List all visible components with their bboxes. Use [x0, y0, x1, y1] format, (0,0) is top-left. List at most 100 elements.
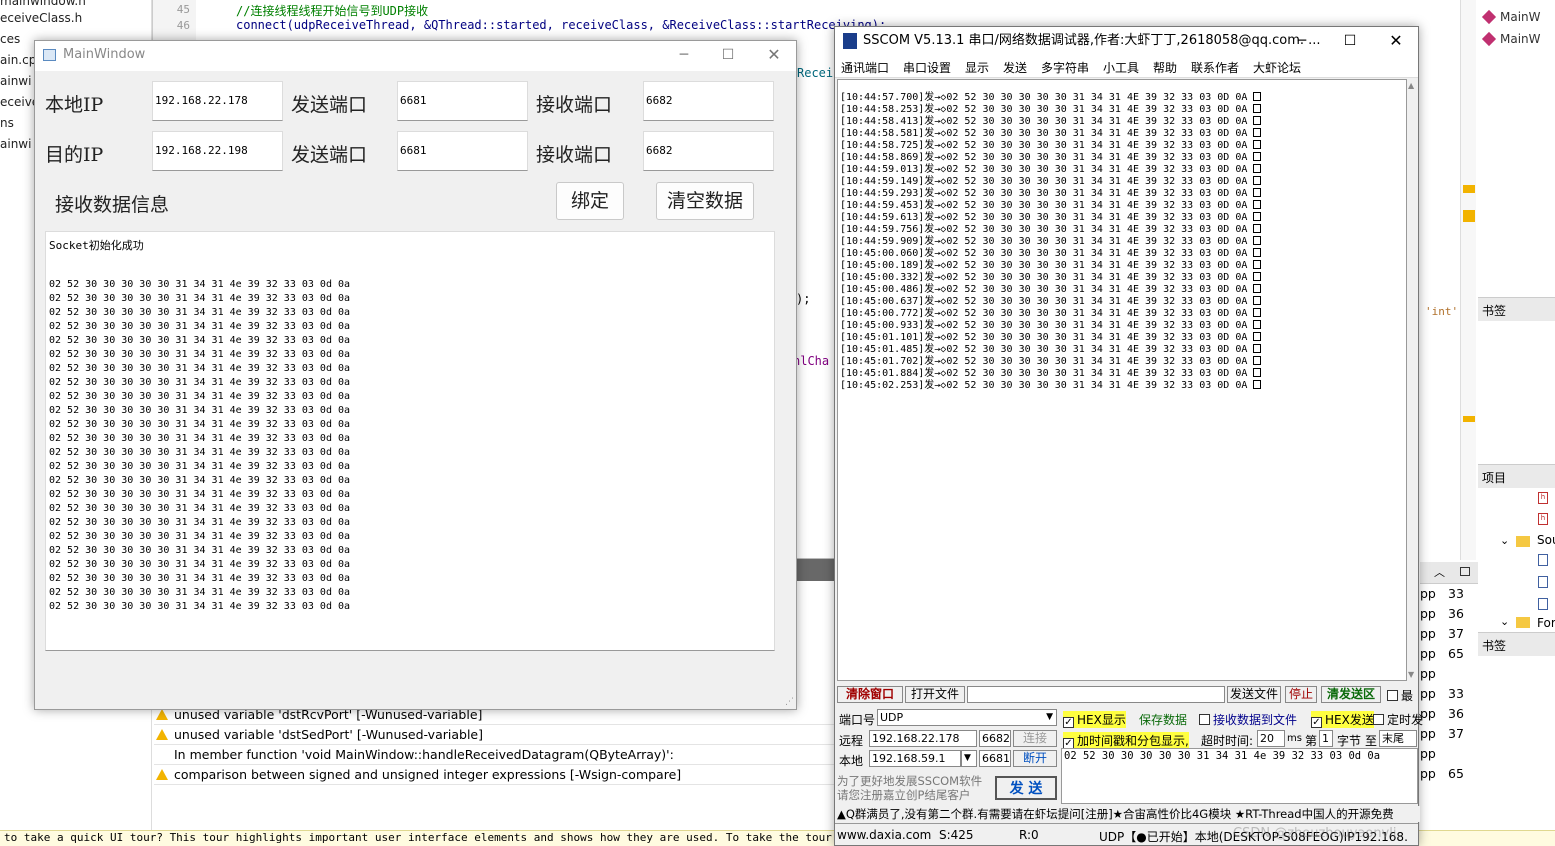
local-recv-port-input[interactable]: 6682: [643, 81, 774, 121]
unprintable-char-icon: [1253, 164, 1262, 173]
recv-to-file-checkbox[interactable]: 接收数据到文件: [1199, 711, 1297, 728]
scroll-up-icon[interactable]: ▲: [1408, 81, 1414, 90]
issue-row[interactable]: unused variable 'dstSedPort' [-Wunused-v…: [154, 725, 836, 745]
panel-bookmarks2-title[interactable]: 书签: [1478, 632, 1555, 656]
panel-project-title[interactable]: 项目: [1478, 464, 1555, 488]
clear-data-button[interactable]: 清空数据: [656, 182, 754, 220]
hex-send-checkbox[interactable]: ✓ HEX发送: [1311, 711, 1374, 728]
open-doc-item[interactable]: MainW: [1500, 10, 1541, 24]
file-item[interactable]: mainwindow.h: [0, 0, 86, 8]
maximize-button[interactable]: ☐: [705, 41, 751, 71]
menu-serial-settings[interactable]: 串口设置: [903, 59, 951, 76]
sscom-title: SSCOM V5.13.1 串口/网络数据调试器,作者:大虾丁丁,2618058…: [863, 33, 1321, 48]
received-data-line: 02 52 30 30 30 30 30 31 34 31 4e 39 32 3…: [49, 601, 351, 612]
receive-data-textarea[interactable]: Socket初始化成功 02 52 30 30 30 30 30 31 34 3…: [45, 231, 775, 651]
local-send-port-input[interactable]: 6681: [397, 81, 528, 121]
file-item[interactable]: ns: [0, 116, 14, 130]
menu-display[interactable]: 显示: [965, 59, 989, 76]
issue-row[interactable]: In member function 'void MainWindow::han…: [154, 745, 836, 765]
send-button[interactable]: 发 送: [995, 776, 1057, 800]
menu-multi-string[interactable]: 多字符串: [1041, 59, 1089, 76]
timed-send-checkbox[interactable]: 定时发: [1373, 711, 1423, 728]
send-textarea[interactable]: 02 52 30 30 30 30 30 31 34 31 4e 39 32 3…: [1061, 748, 1418, 804]
file-item[interactable]: ainwi: [0, 137, 31, 151]
dest-ip-label: 目的IP: [45, 144, 104, 166]
log-line: [10:44:57.700]发→◇02 52 30 30 30 30 30 31…: [840, 92, 1262, 104]
local-ip-select[interactable]: 192.168.59.1: [869, 750, 961, 767]
menu-contact-author[interactable]: 联系作者: [1191, 59, 1239, 76]
send-file-button[interactable]: 发送文件: [1227, 686, 1281, 703]
clear-window-button[interactable]: 清除窗口: [837, 686, 903, 703]
marquee-banner[interactable]: ▲Q群满员了,没有第二个群.有需要请在虾坛提问[注册]★合宙高性价比4G模块 ★…: [837, 806, 1420, 822]
remote-ip-input[interactable]: 192.168.22.178: [869, 730, 977, 747]
timestamp-checkbox[interactable]: ✓ 加时间戳和分包显示,: [1063, 732, 1189, 749]
menu-forum[interactable]: 大虾论坛: [1253, 59, 1301, 76]
tree-item[interactable]: Sou: [1537, 533, 1555, 547]
menu-comm-port[interactable]: 通讯端口: [841, 59, 889, 76]
remote-port-input[interactable]: 6682: [979, 730, 1011, 747]
file-item[interactable]: ain.cp: [0, 53, 36, 67]
issue-row[interactable]: comparison between signed and unsigned i…: [154, 765, 836, 785]
log-line: [10:44:59.293]发→◇02 52 30 30 30 30 30 31…: [840, 188, 1262, 200]
dropdown-arrow-icon[interactable]: ▼: [961, 750, 977, 767]
disconnect-button[interactable]: 断开: [1013, 750, 1057, 767]
scroll-down-icon[interactable]: ▼: [1408, 670, 1414, 679]
sscom-scrollbar[interactable]: ▲ ▼: [1407, 79, 1418, 681]
panel-bookmarks-title[interactable]: 书签: [1478, 297, 1555, 321]
minimize-button[interactable]: ─: [1279, 27, 1325, 57]
log-line: [10:44:59.149]发→◇02 52 30 30 30 30 30 31…: [840, 176, 1262, 188]
clear-send-area-button[interactable]: 清发送区: [1321, 686, 1381, 703]
maximize-button[interactable]: ☐: [1327, 27, 1373, 57]
hex-display-checkbox[interactable]: ✓ HEX显示: [1063, 711, 1126, 728]
promo-line-2[interactable]: 请您注册嘉立创P结尾客户: [837, 787, 970, 803]
save-data-button[interactable]: 保存数据: [1139, 711, 1187, 728]
collapse-icon[interactable]: ︿: [1434, 564, 1445, 580]
close-button[interactable]: ✕: [751, 41, 797, 71]
port-select[interactable]: UDP ▼: [877, 709, 1057, 726]
menu-tools[interactable]: 小工具: [1103, 59, 1139, 76]
collapse-arrow-icon[interactable]: ⌄: [1500, 615, 1509, 628]
tree-item[interactable]: For: [1537, 616, 1555, 630]
bind-button[interactable]: 绑定: [556, 182, 624, 220]
collapse-arrow-icon[interactable]: ⌄: [1500, 534, 1509, 547]
sscom-titlebar[interactable]: SSCOM V5.13.1 串口/网络数据调试器,作者:大虾丁丁,2618058…: [835, 27, 1418, 56]
file-item[interactable]: eceiveClass.h: [0, 11, 82, 25]
end-select[interactable]: 末尾: [1379, 730, 1417, 747]
timeout-input[interactable]: 20: [1257, 730, 1285, 747]
file-item[interactable]: ces: [0, 32, 20, 46]
unprintable-char-icon: [1253, 104, 1262, 113]
connect-button[interactable]: 连接: [1013, 730, 1057, 747]
menu-help[interactable]: 帮助: [1153, 59, 1177, 76]
received-data-line: 02 52 30 30 30 30 30 31 34 31 4e 39 32 3…: [49, 349, 351, 360]
dest-ip-input[interactable]: 192.168.22.198: [152, 131, 283, 171]
local-ip-label: 本地IP: [45, 94, 104, 116]
unprintable-char-icon: [1253, 116, 1262, 125]
minimize-button[interactable]: ─: [661, 41, 707, 71]
file-path-input[interactable]: [967, 686, 1225, 703]
log-line: [10:45:00.060]发→◇02 52 30 30 30 30 30 31…: [840, 248, 1262, 260]
log-line: [10:44:59.756]发→◇02 52 30 30 30 30 30 31…: [840, 224, 1262, 236]
file-item[interactable]: ainwi: [0, 74, 31, 88]
stop-button[interactable]: 停止: [1285, 686, 1317, 703]
received-data-line: 02 52 30 30 30 30 30 31 34 31 4e 39 32 3…: [49, 489, 351, 500]
header-file-icon: h: [1538, 513, 1548, 525]
form-icon: [1481, 31, 1497, 47]
open-file-button[interactable]: 打开文件: [905, 686, 965, 703]
close-button[interactable]: ✕: [1373, 27, 1419, 57]
maximize-icon[interactable]: [1460, 567, 1470, 576]
status-website[interactable]: www.daxia.com: [837, 828, 931, 842]
sscom-receive-area[interactable]: [10:44:57.700]发→◇02 52 30 30 30 30 30 31…: [837, 79, 1407, 681]
menu-send[interactable]: 发送: [1003, 59, 1027, 76]
max-checkbox[interactable]: 最: [1387, 687, 1413, 704]
nth-input[interactable]: 1: [1319, 730, 1333, 747]
local-ip-input[interactable]: 192.168.22.178: [152, 81, 283, 121]
code-fragment: 'int': [1425, 305, 1459, 318]
resize-grip-icon[interactable]: ⋰: [785, 697, 794, 707]
unprintable-char-icon: [1253, 272, 1262, 281]
local-port-input[interactable]: 6681: [979, 750, 1011, 767]
window-titlebar[interactable]: MainWindow ─ ☐ ✕: [35, 41, 796, 71]
dest-recv-port-input[interactable]: 6682: [643, 131, 774, 171]
open-doc-item[interactable]: MainW: [1500, 32, 1541, 46]
code-fragment: Recei: [797, 66, 834, 80]
dest-send-port-input[interactable]: 6681: [397, 131, 528, 171]
